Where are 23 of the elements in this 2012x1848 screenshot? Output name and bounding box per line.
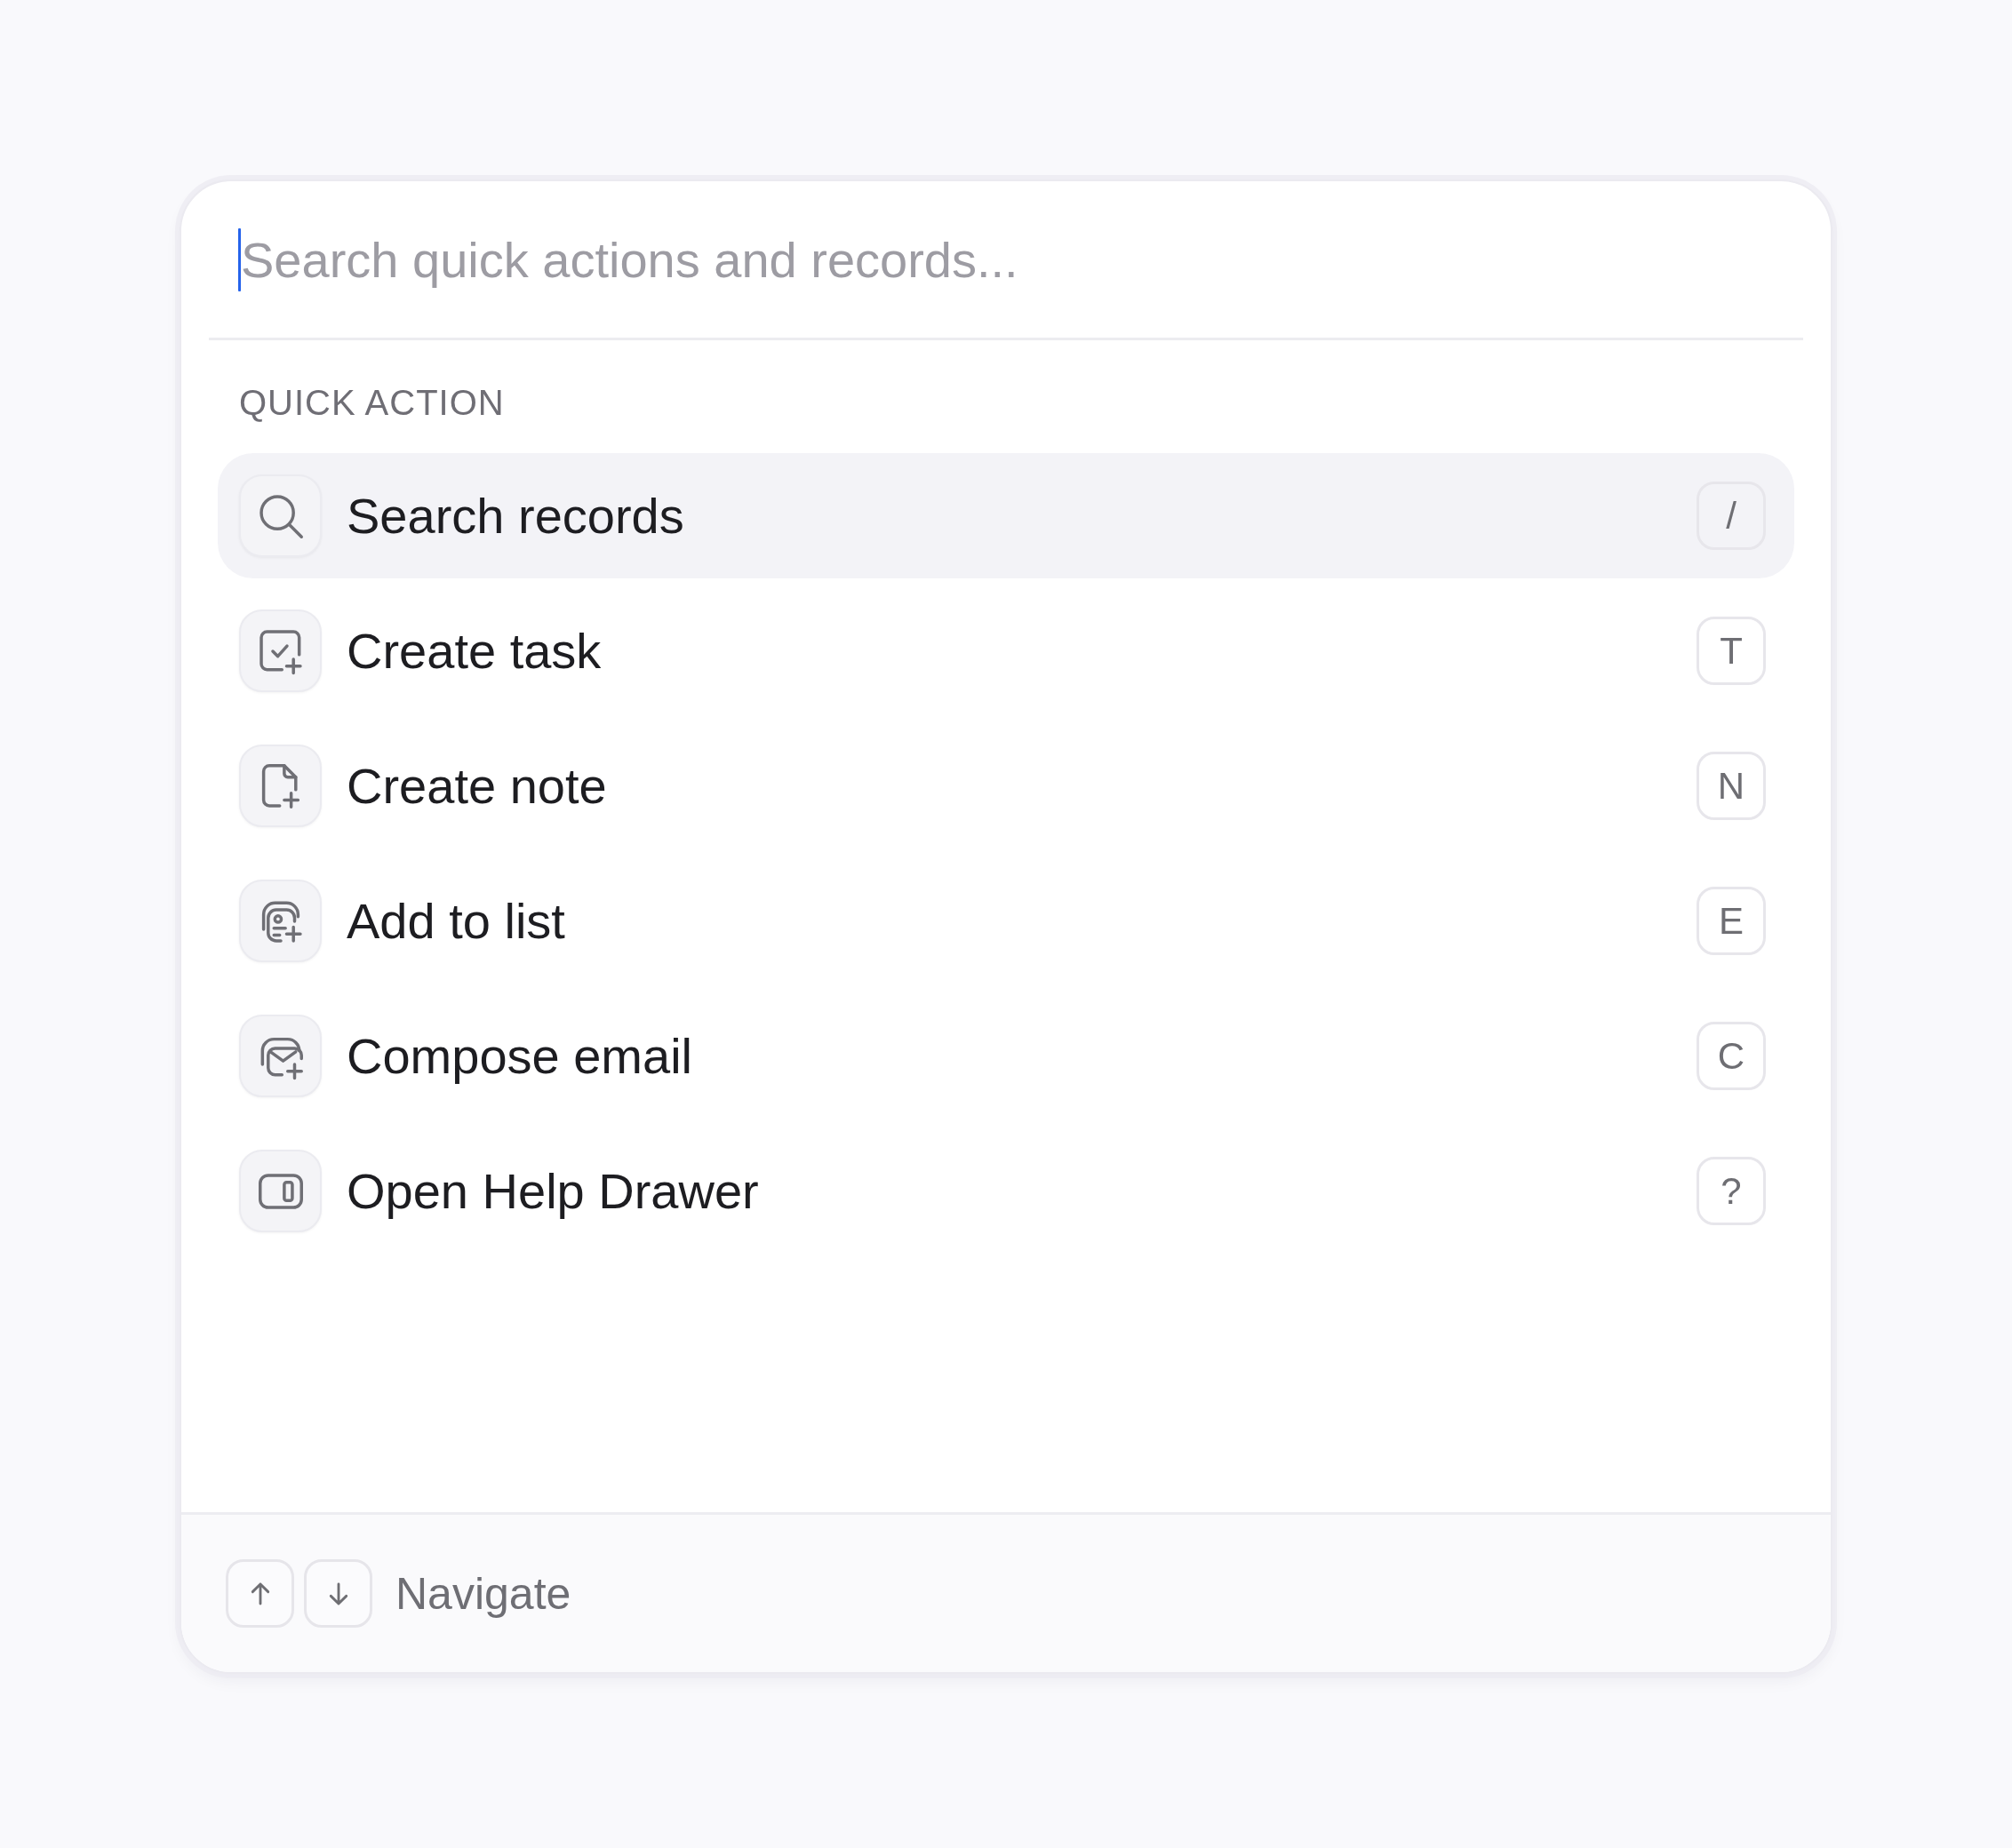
arrow-up-icon (226, 1559, 294, 1628)
action-item[interactable]: Create note N (218, 723, 1794, 848)
action-item[interactable]: Open Help Drawer ? (218, 1128, 1794, 1254)
navigate-hint: Navigate (395, 1567, 571, 1620)
shortcut-key: N (1697, 752, 1766, 820)
search-icon (239, 474, 322, 557)
shortcut-key: E (1697, 887, 1766, 955)
shortcut-key: / (1697, 482, 1766, 550)
action-item[interactable]: Create task T (218, 588, 1794, 713)
shortcut-key: C (1697, 1022, 1766, 1090)
action-item[interactable]: Add to list E (218, 858, 1794, 984)
side-panel-icon (239, 1150, 322, 1232)
shortcut-key: ? (1697, 1157, 1766, 1225)
shortcut-key: T (1697, 617, 1766, 685)
document-plus-icon (239, 745, 322, 827)
action-item[interactable]: Search records / (218, 453, 1794, 578)
checkbox-plus-icon (239, 609, 322, 692)
arrow-down-icon (304, 1559, 372, 1628)
envelope-plus-icon (239, 1015, 322, 1097)
search-field[interactable]: Search quick actions and records... (241, 227, 1774, 291)
action-item[interactable]: Compose email C (218, 993, 1794, 1119)
contact-card-plus-icon (239, 880, 322, 962)
section-heading: QUICK ACTION (239, 382, 506, 424)
